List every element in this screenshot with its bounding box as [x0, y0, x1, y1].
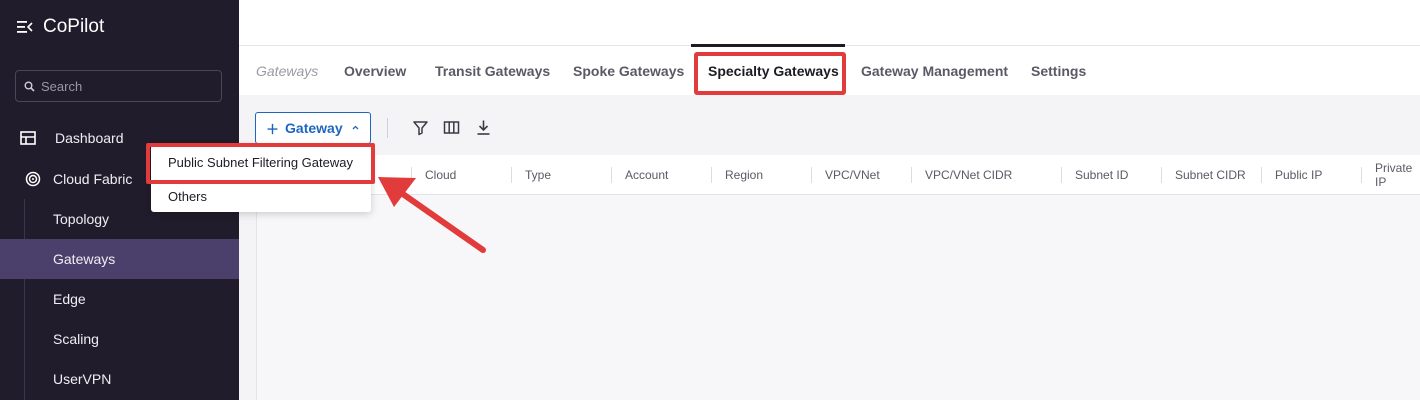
chevron-up-icon[interactable] — [351, 123, 360, 132]
gateway-type-dropdown: Public Subnet Filtering Gateway Others — [151, 145, 371, 212]
tab-transit-gateways[interactable]: Transit Gateways — [435, 46, 550, 95]
column-header-account[interactable]: Account — [625, 155, 668, 195]
column-separator — [811, 167, 812, 183]
sidebar-item-uservpn[interactable]: UserVPN — [0, 359, 239, 399]
toolbar-divider — [387, 118, 388, 138]
column-header-private-ip[interactable]: Private IP — [1375, 155, 1420, 195]
filter-icon[interactable] — [412, 119, 429, 136]
sidebar-item-scaling[interactable]: Scaling — [0, 319, 239, 359]
add-gateway-button[interactable]: ＋ Gateway — [255, 112, 371, 144]
gateways-table: Cloud Type Account Region VPC/VNet VPC/V… — [256, 155, 1420, 400]
sidebar-item-label: Dashboard — [55, 130, 124, 146]
column-header-cloud[interactable]: Cloud — [425, 155, 456, 195]
tab-overview[interactable]: Overview — [344, 46, 406, 95]
download-icon[interactable] — [475, 119, 492, 136]
column-header-type[interactable]: Type — [525, 155, 551, 195]
active-tab-indicator — [691, 44, 845, 47]
tab-settings[interactable]: Settings — [1031, 46, 1086, 95]
tab-bar: Gateways Overview Transit Gateways Spoke… — [239, 46, 1420, 95]
menu-item-others[interactable]: Others — [151, 180, 371, 212]
column-header-subnet-id[interactable]: Subnet ID — [1075, 155, 1128, 195]
column-header-vpc-vnet[interactable]: VPC/VNet — [825, 155, 880, 195]
cloud-fabric-icon — [25, 171, 41, 187]
column-header-subnet-cidr[interactable]: Subnet CIDR — [1175, 155, 1246, 195]
column-separator — [711, 167, 712, 183]
table-header: Cloud Type Account Region VPC/VNet VPC/V… — [257, 155, 1420, 195]
search-box[interactable] — [15, 70, 222, 102]
plus-icon: ＋ — [266, 121, 280, 137]
sidebar-item-gateways[interactable]: Gateways — [0, 239, 239, 279]
sidebar-item-label: Cloud Fabric — [53, 171, 133, 187]
column-header-public-ip[interactable]: Public IP — [1275, 155, 1322, 195]
column-separator — [1161, 167, 1162, 183]
menu-item-public-subnet-filtering-gateway[interactable]: Public Subnet Filtering Gateway — [151, 146, 371, 178]
brand: CoPilot — [17, 14, 104, 40]
column-separator — [1261, 167, 1262, 183]
column-separator — [911, 167, 912, 183]
column-separator — [1061, 167, 1062, 183]
search-input[interactable] — [41, 78, 211, 94]
top-bar — [239, 0, 1420, 46]
column-separator — [1361, 167, 1362, 183]
column-separator — [411, 167, 412, 183]
breadcrumb: Gateways — [256, 62, 319, 79]
sidebar-item-edge[interactable]: Edge — [0, 279, 239, 319]
columns-icon[interactable] — [443, 119, 460, 136]
tab-spoke-gateways[interactable]: Spoke Gateways — [573, 46, 684, 95]
sidebar-item-label: Scaling — [53, 331, 99, 347]
tab-gateway-management[interactable]: Gateway Management — [861, 46, 1008, 95]
tab-specialty-gateways[interactable]: Specialty Gateways — [708, 46, 839, 95]
column-separator — [611, 167, 612, 183]
sidebar-item-label: UserVPN — [53, 371, 112, 387]
sidebar-item-label: Topology — [53, 211, 110, 227]
sidebar-item-label: Gateways — [53, 251, 116, 267]
search-icon — [24, 81, 35, 92]
collapse-menu-icon[interactable] — [17, 20, 33, 34]
app-title: CoPilot — [43, 16, 105, 37]
column-header-region[interactable]: Region — [725, 155, 763, 195]
app: CoPilot Dashboard Cloud Fabric — [0, 0, 1420, 400]
sidebar-item-label: Edge — [53, 291, 86, 307]
column-header-vpc-vnet-cidr[interactable]: VPC/VNet CIDR — [925, 155, 1012, 195]
add-gateway-label: Gateway — [285, 120, 343, 136]
dashboard-icon — [20, 131, 36, 145]
column-separator — [511, 167, 512, 183]
